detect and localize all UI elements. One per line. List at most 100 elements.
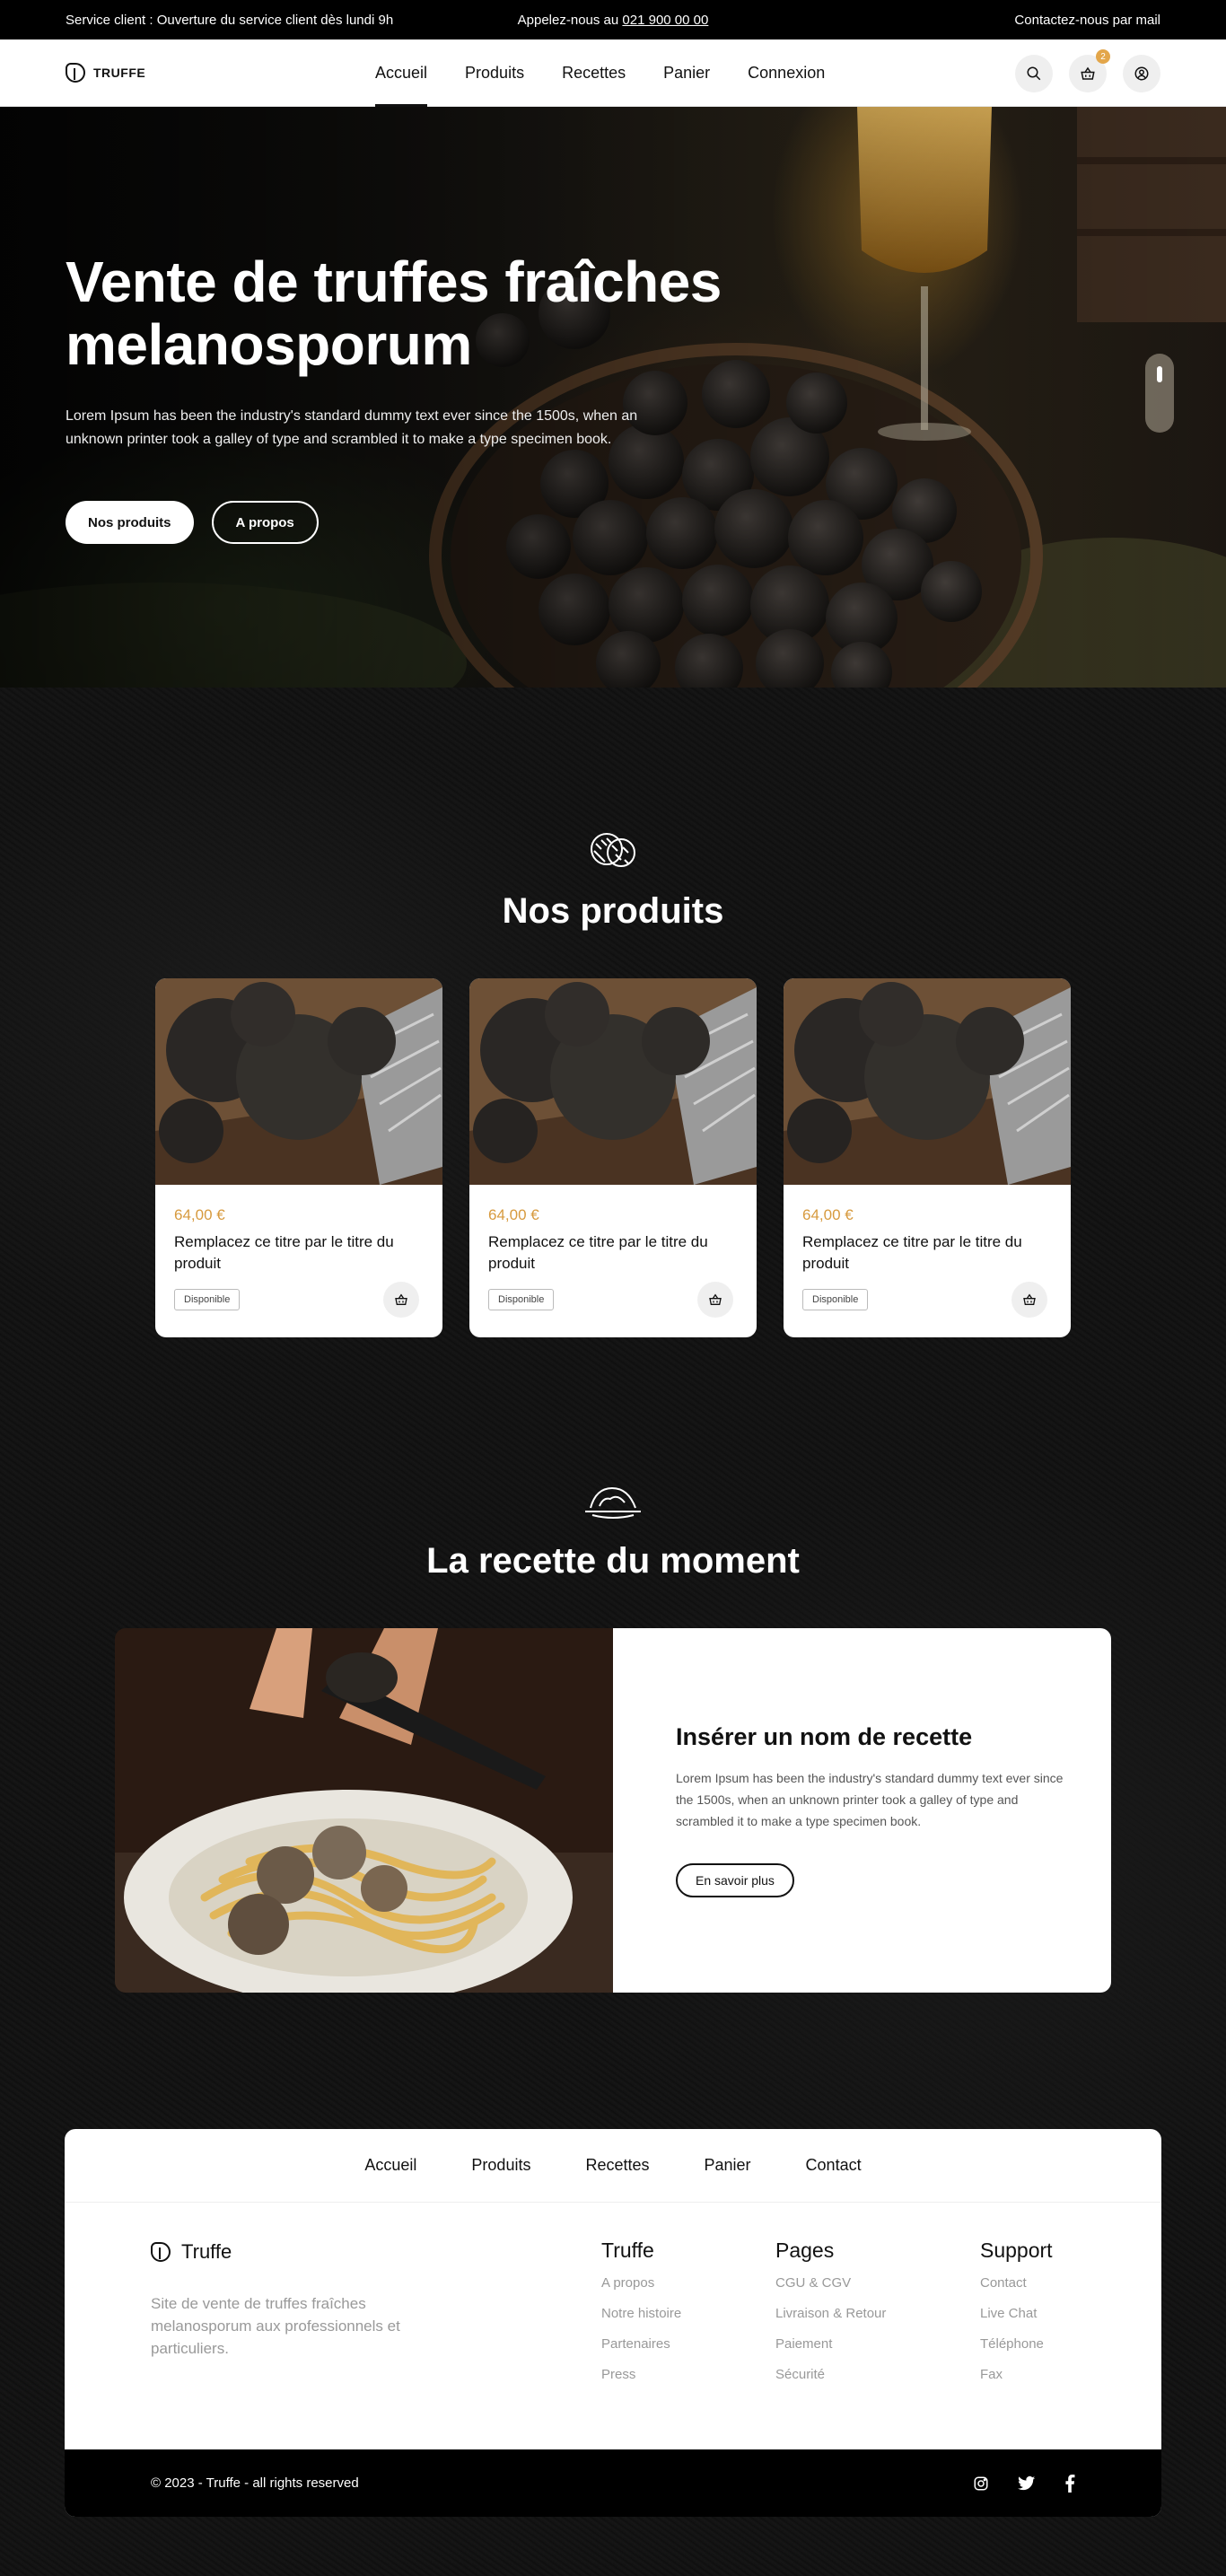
- footer-link-contact-support[interactable]: Contact: [980, 2275, 1053, 2291]
- recipe-image: [115, 1628, 613, 1993]
- footer-link-notre-histoire[interactable]: Notre histoire: [601, 2306, 681, 2321]
- recipe-content: Insérer un nom de recette Lorem Ipsum ha…: [613, 1628, 1111, 1993]
- truffles-icon: [591, 833, 635, 867]
- footer-link-produits[interactable]: Produits: [471, 2156, 530, 2175]
- logo-icon: [151, 2242, 171, 2262]
- availability-tag: Disponible: [488, 1289, 555, 1310]
- availability-tag: Disponible: [802, 1289, 869, 1310]
- call-prefix: Appelez-nous au: [517, 12, 619, 28]
- logo-text: TRUFFE: [93, 66, 146, 80]
- hero-title-line1: Vente de truffes fraîches: [66, 250, 722, 314]
- nav-icon-group: 2: [1015, 49, 1160, 92]
- site-footer: Accueil Produits Recettes Panier Contact…: [65, 2129, 1161, 2517]
- footer-brand[interactable]: Truffe: [151, 2240, 232, 2264]
- footer-link-cgu-cgv[interactable]: CGU & CGV: [775, 2275, 886, 2291]
- footer-link-contact[interactable]: Contact: [806, 2156, 862, 2175]
- about-button[interactable]: A propos: [211, 501, 319, 544]
- footer-description: Site de vente de truffes fraîches melano…: [151, 2295, 400, 2357]
- service-hours-text: Service client : Ouverture du service cl…: [66, 12, 394, 28]
- product-image: [155, 978, 442, 1185]
- recipe-description: Lorem Ipsum has been the industry's stan…: [676, 1771, 1064, 1828]
- footer-brand-name: Truffe: [181, 2240, 232, 2263]
- basket-icon: [709, 1293, 722, 1305]
- hero-description: Lorem Ipsum has been the industry's stan…: [66, 408, 638, 447]
- instagram-icon[interactable]: [973, 2475, 989, 2492]
- nav-link-accueil[interactable]: Accueil: [375, 39, 428, 107]
- products-section-title: Nos produits: [502, 891, 724, 931]
- product-card[interactable]: 64,00 € Remplacez ce titre par le titre …: [155, 978, 442, 1337]
- learn-more-button[interactable]: En savoir plus: [676, 1863, 794, 1897]
- social-links: [973, 2474, 1075, 2493]
- search-icon: [1027, 66, 1041, 81]
- product-title[interactable]: Remplacez ce titre par le titre du produ…: [174, 1231, 430, 1275]
- nav-link-recettes[interactable]: Recettes: [562, 39, 626, 107]
- call-us-text: Appelez-nous au 021 900 00 00: [518, 13, 709, 28]
- product-title[interactable]: Remplacez ce titre par le titre du produ…: [488, 1231, 744, 1275]
- basket-icon: [395, 1293, 407, 1305]
- cart-button[interactable]: 2: [1069, 49, 1110, 92]
- footer-column-support: Support Contact Live Chat Téléphone Fax: [980, 2239, 1053, 2397]
- top-info-bar: Service client : Ouverture du service cl…: [0, 0, 1226, 39]
- footer-link-accueil[interactable]: Accueil: [364, 2156, 416, 2175]
- nav-link-produits[interactable]: Produits: [465, 39, 524, 107]
- product-title[interactable]: Remplacez ce titre par le titre du produ…: [802, 1231, 1058, 1275]
- facebook-icon[interactable]: [1064, 2474, 1075, 2493]
- product-image: [469, 978, 757, 1185]
- footer-column-title: Truffe: [601, 2239, 654, 2262]
- recipe-dish-icon: [585, 1486, 641, 1519]
- footer-link-recettes[interactable]: Recettes: [585, 2156, 649, 2175]
- hero-banner: Vente de truffes fraîches melanosporum L…: [0, 107, 1226, 688]
- main-navigation: TRUFFE Accueil Produits Recettes Panier …: [0, 39, 1226, 107]
- footer-link-panier[interactable]: Panier: [705, 2156, 751, 2175]
- footer-navigation: Accueil Produits Recettes Panier Contact: [65, 2129, 1161, 2203]
- footer-bottom-bar: © 2023 - Truffe - all rights reserved: [65, 2449, 1161, 2517]
- hero-buttons: Nos produits A propos: [66, 501, 319, 544]
- contact-mail-link[interactable]: Contactez-nous par mail: [1014, 13, 1160, 28]
- search-button[interactable]: [1015, 55, 1053, 92]
- recipe-card: Insérer un nom de recette Lorem Ipsum ha…: [115, 1628, 1111, 1993]
- footer-link-paiement[interactable]: Paiement: [775, 2336, 886, 2352]
- account-button[interactable]: [1123, 55, 1160, 92]
- hero-title-line2: melanosporum: [66, 312, 472, 377]
- cart-count-badge: 2: [1096, 49, 1110, 64]
- footer-column-pages: Pages CGU & CGV Livraison & Retour Paiem…: [775, 2239, 886, 2397]
- add-to-cart-button[interactable]: [383, 1282, 419, 1318]
- hero-title: Vente de truffes fraîches melanosporum: [66, 250, 873, 376]
- truffle-basket-image: [0, 107, 1226, 688]
- product-list: 64,00 € Remplacez ce titre par le titre …: [155, 978, 1071, 1337]
- product-price: 64,00 €: [802, 1206, 854, 1223]
- footer-link-telephone[interactable]: Téléphone: [980, 2336, 1053, 2352]
- user-icon: [1134, 66, 1149, 81]
- footer-link-live-chat[interactable]: Live Chat: [980, 2306, 1053, 2321]
- copyright-text: © 2023 - Truffe - all rights reserved: [151, 2475, 359, 2491]
- nav-link-connexion[interactable]: Connexion: [748, 39, 825, 107]
- basket-icon: [1023, 1293, 1036, 1305]
- nav-link-panier[interactable]: Panier: [663, 39, 710, 107]
- footer-column-title: Pages: [775, 2239, 835, 2262]
- footer-link-a-propos[interactable]: A propos: [601, 2275, 681, 2291]
- our-products-button[interactable]: Nos produits: [66, 501, 194, 544]
- add-to-cart-button[interactable]: [1011, 1282, 1047, 1318]
- nav-links: Accueil Produits Recettes Panier Connexi…: [375, 39, 863, 107]
- scroll-indicator[interactable]: [1145, 354, 1174, 433]
- footer-link-press[interactable]: Press: [601, 2367, 681, 2382]
- footer-link-securite[interactable]: Sécurité: [775, 2367, 886, 2382]
- phone-link[interactable]: 021 900 00 00: [622, 13, 708, 28]
- footer-link-livraison[interactable]: Livraison & Retour: [775, 2306, 886, 2321]
- product-card[interactable]: 64,00 € Remplacez ce titre par le titre …: [784, 978, 1071, 1337]
- recipe-name: Insérer un nom de recette: [676, 1723, 973, 1750]
- footer-link-partenaires[interactable]: Partenaires: [601, 2336, 681, 2352]
- product-card[interactable]: 64,00 € Remplacez ce titre par le titre …: [469, 978, 757, 1337]
- product-price: 64,00 €: [488, 1206, 539, 1223]
- footer-column-title: Support: [980, 2239, 1053, 2262]
- footer-link-fax[interactable]: Fax: [980, 2367, 1053, 2382]
- add-to-cart-button[interactable]: [697, 1282, 733, 1318]
- footer-column-truffe: Truffe A propos Notre histoire Partenair…: [601, 2239, 681, 2397]
- product-price: 64,00 €: [174, 1206, 225, 1223]
- availability-tag: Disponible: [174, 1289, 241, 1310]
- twitter-icon[interactable]: [1018, 2475, 1036, 2492]
- site-logo[interactable]: TRUFFE: [66, 63, 145, 83]
- recipe-section-title: La recette du moment: [426, 1541, 800, 1581]
- product-image: [784, 978, 1071, 1185]
- logo-icon: [66, 63, 85, 83]
